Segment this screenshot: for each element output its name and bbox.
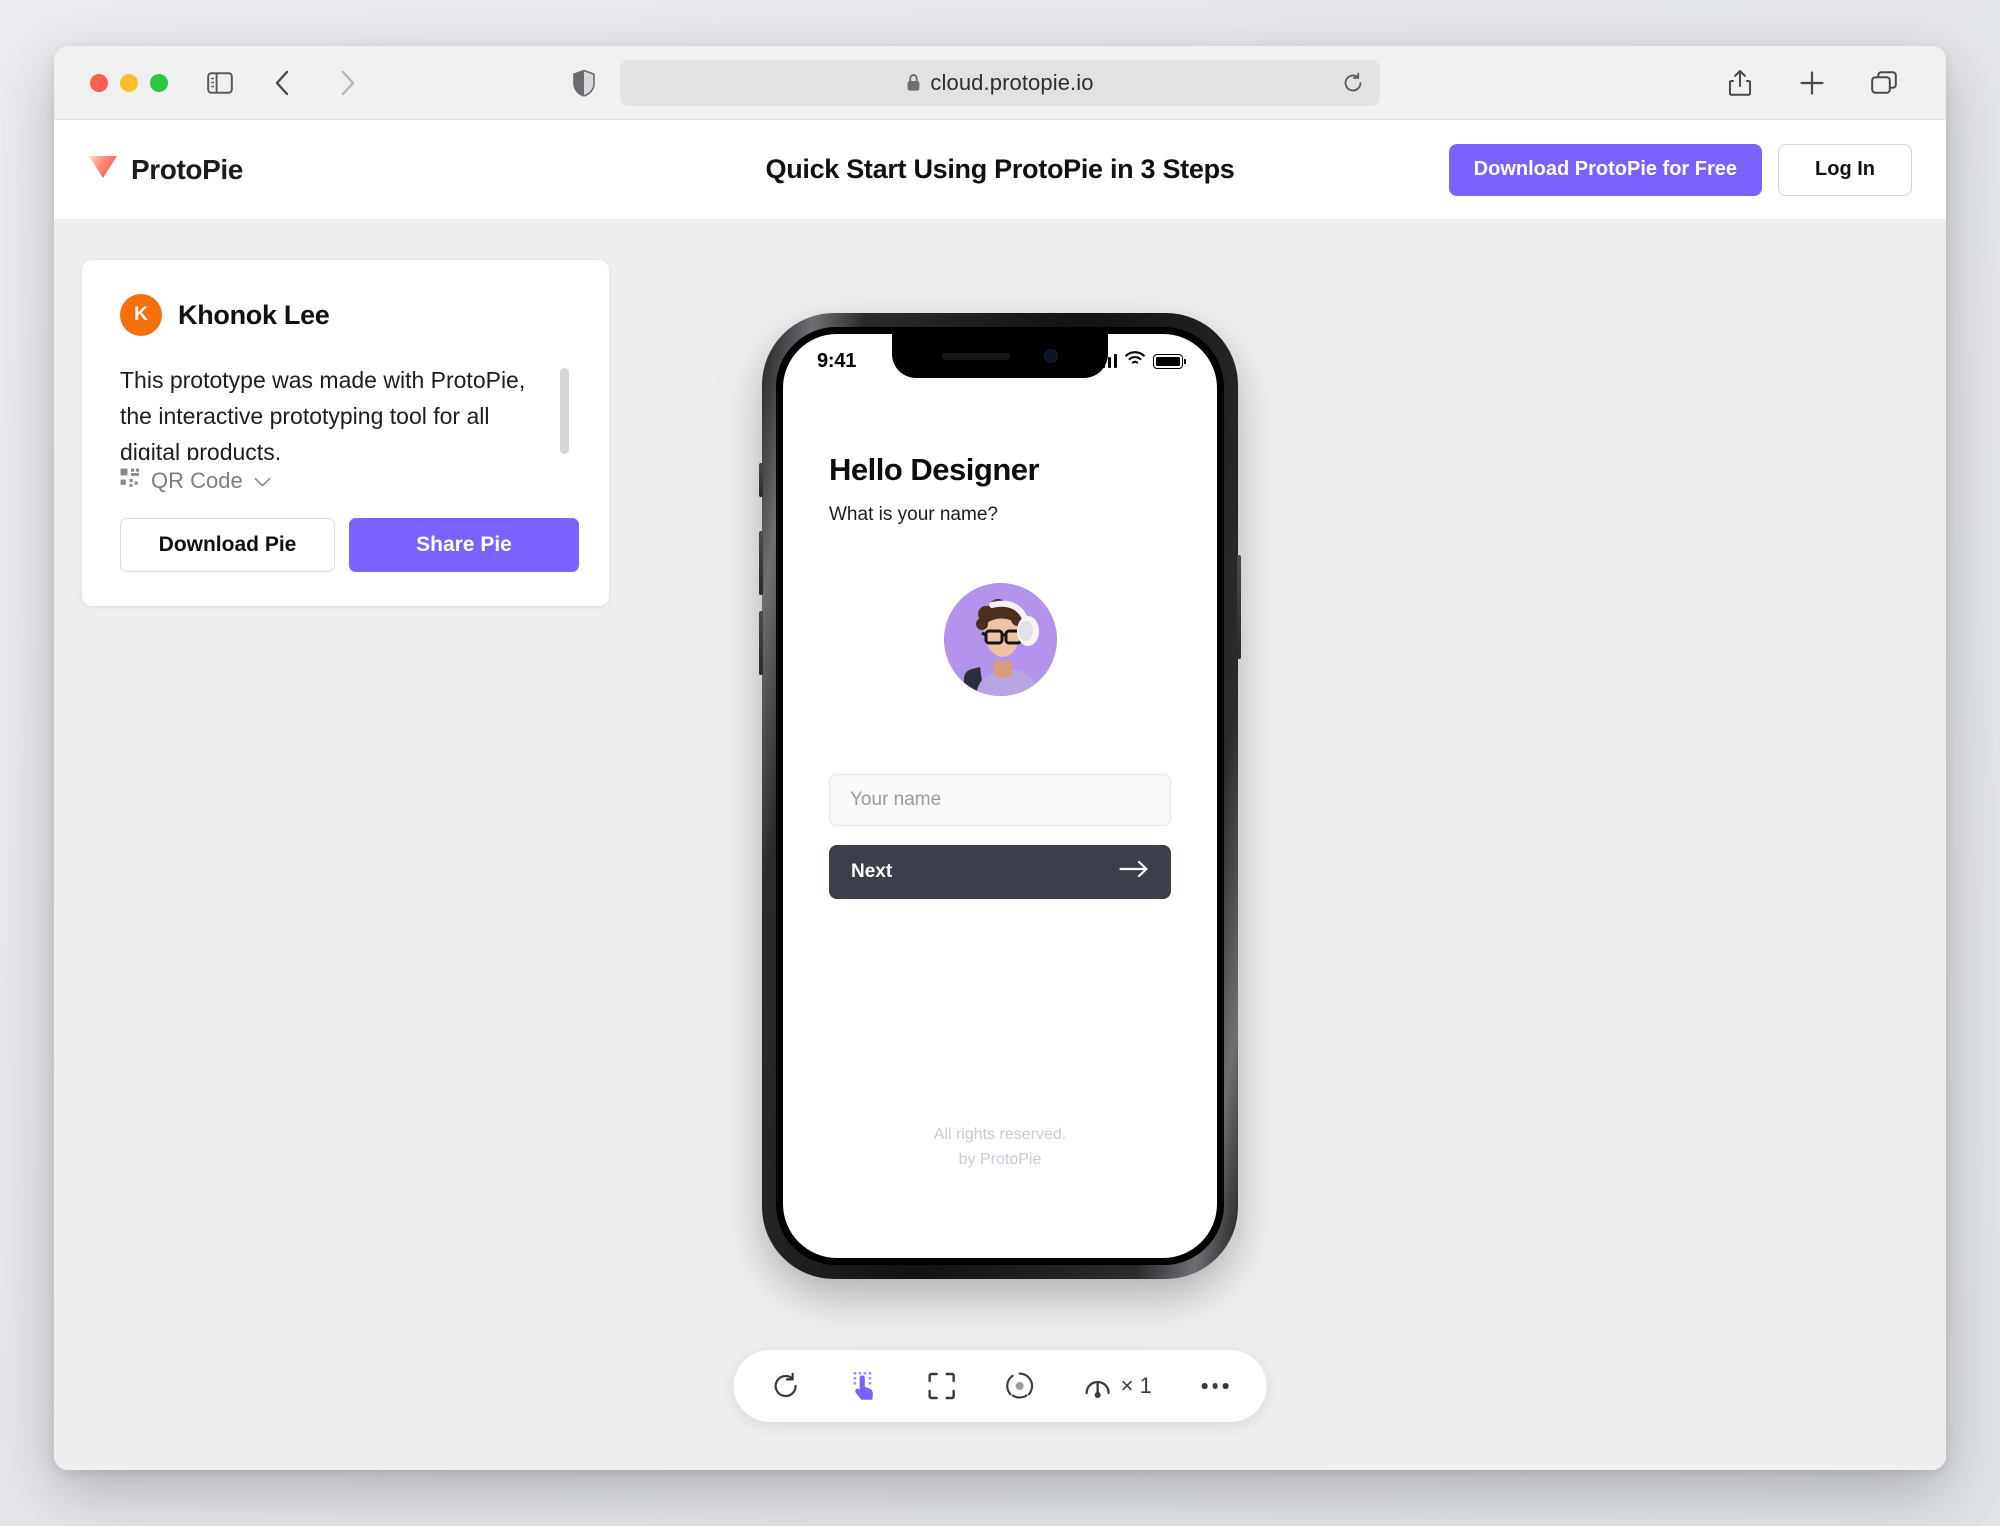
minimize-window-button[interactable] xyxy=(120,73,138,92)
reload-icon[interactable] xyxy=(1336,66,1370,100)
browser-toolbar: cloud.protopie.io xyxy=(54,46,1946,120)
card-description-scroll-area[interactable]: This prototype was made with ProtoPie, t… xyxy=(120,362,569,460)
prototype-content: Hello Designer What is your name? Your n… xyxy=(783,334,1217,1258)
footer-line-2: by ProtoPie xyxy=(958,1151,1042,1168)
reload-prototype-button[interactable] xyxy=(772,1372,800,1400)
chevron-down-icon xyxy=(254,468,271,494)
playback-speed-label: × 1 xyxy=(1120,1373,1152,1398)
qr-code-label: QR Code xyxy=(151,468,243,493)
phone-volume-down-button xyxy=(759,611,763,675)
card-actions: Download Pie Share Pie xyxy=(120,518,579,572)
footer-line-1: All rights reserved. xyxy=(933,1126,1067,1143)
login-button[interactable]: Log In xyxy=(1778,143,1912,196)
download-protopie-button[interactable]: Download ProtoPie for Free xyxy=(1448,143,1763,196)
download-pie-button[interactable]: Download Pie xyxy=(120,518,335,572)
more-options-icon xyxy=(1201,1383,1229,1389)
prototype-info-card: K Khonok Lee This prototype was made wit… xyxy=(82,260,609,606)
url-text: cloud.protopie.io xyxy=(930,69,1094,95)
phone-volume-up-button xyxy=(759,531,763,595)
wifi-icon xyxy=(1125,351,1145,371)
earpiece-speaker-icon xyxy=(942,352,1010,360)
toolbar-actions xyxy=(1718,61,1906,105)
status-time: 9:41 xyxy=(817,349,857,372)
fullscreen-button[interactable] xyxy=(928,1372,956,1400)
card-description: This prototype was made with ProtoPie, t… xyxy=(120,367,526,460)
address-bar-container: cloud.protopie.io xyxy=(620,59,1380,106)
browser-window: cloud.protopie.io ProtoPie Quick Start U… xyxy=(54,46,1946,1470)
lock-icon xyxy=(906,73,921,92)
front-camera-icon xyxy=(1044,349,1058,363)
avatar: K xyxy=(120,294,162,336)
arrow-right-icon xyxy=(1119,860,1149,884)
phone-bezel: 9:41 Hello Designer What is your name? Y… xyxy=(776,327,1224,1265)
phone-mockup: 9:41 Hello Designer What is your name? Y… xyxy=(759,313,1241,1279)
forward-arrow-icon[interactable] xyxy=(326,61,370,105)
status-indicators xyxy=(1095,351,1186,371)
main-content: K Khonok Lee This prototype was made wit… xyxy=(54,220,1946,1470)
back-arrow-icon[interactable] xyxy=(260,61,304,105)
qr-code-toggle[interactable]: QR Code xyxy=(120,468,569,494)
plus-icon[interactable] xyxy=(1790,61,1834,105)
focus-target-button[interactable] xyxy=(1006,1372,1034,1400)
share-pie-button[interactable]: Share Pie xyxy=(349,518,579,572)
name-input[interactable]: Your name xyxy=(829,774,1171,826)
site-header: ProtoPie Quick Start Using ProtoPie in 3… xyxy=(54,120,1946,220)
protopie-triangle-icon xyxy=(88,154,118,185)
player-toolbar: × 1 xyxy=(733,1350,1267,1422)
next-button-label: Next xyxy=(851,861,893,882)
more-options-button[interactable] xyxy=(1201,1383,1229,1389)
window-traffic-lights xyxy=(90,73,168,92)
designer-avatar-illustration xyxy=(943,583,1057,696)
phone-mute-switch xyxy=(759,463,763,497)
touch-pointer-button[interactable] xyxy=(850,1371,878,1401)
navigation-controls xyxy=(198,61,370,105)
prototype-subheading: What is your name? xyxy=(829,504,998,525)
brand-logo[interactable]: ProtoPie xyxy=(88,154,243,186)
prototype-footer: All rights reserved. by ProtoPie xyxy=(783,1122,1217,1172)
playback-speed-button[interactable]: × 1 xyxy=(1084,1372,1152,1400)
address-bar[interactable]: cloud.protopie.io xyxy=(620,59,1380,106)
phone-notch xyxy=(892,334,1108,378)
prototype-heading: Hello Designer xyxy=(829,452,1040,487)
next-button[interactable]: Next xyxy=(829,845,1171,899)
name-input-placeholder: Your name xyxy=(850,789,942,810)
card-user-row: K Khonok Lee xyxy=(120,294,569,336)
scrollbar-thumb[interactable] xyxy=(560,368,569,454)
close-window-button[interactable] xyxy=(90,73,108,92)
maximize-window-button[interactable] xyxy=(150,73,168,92)
battery-icon xyxy=(1153,353,1186,369)
qr-code-icon xyxy=(120,468,140,494)
header-actions: Download ProtoPie for Free Log In xyxy=(1448,143,1912,196)
share-icon[interactable] xyxy=(1718,61,1762,105)
brand-name: ProtoPie xyxy=(131,153,243,185)
sidebar-toggle-icon[interactable] xyxy=(198,61,242,105)
tab-overview-icon[interactable] xyxy=(1862,61,1906,105)
page-title: Quick Start Using ProtoPie in 3 Steps xyxy=(765,154,1235,184)
prototype-screen[interactable]: 9:41 Hello Designer What is your name? Y… xyxy=(783,334,1217,1258)
phone-power-button xyxy=(1237,555,1241,659)
privacy-shield-icon[interactable] xyxy=(562,61,606,105)
card-username: Khonok Lee xyxy=(178,299,330,330)
